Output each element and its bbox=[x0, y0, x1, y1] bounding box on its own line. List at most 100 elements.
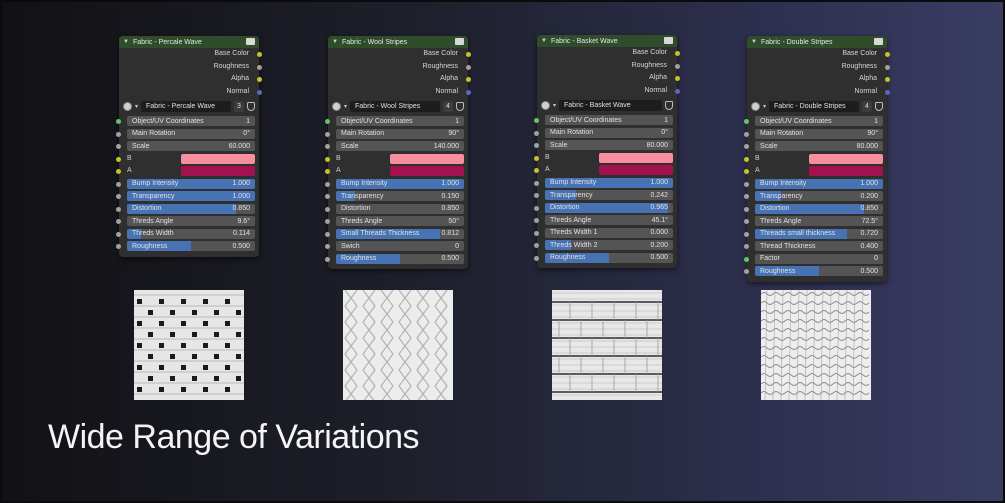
slider-threads-small-thickness[interactable]: Threads small thickness 0.720 bbox=[744, 228, 887, 241]
socket-icon[interactable] bbox=[675, 63, 680, 69]
fake-user-shield-icon[interactable] bbox=[247, 102, 255, 111]
node-tree-icon[interactable] bbox=[541, 101, 550, 110]
color-swatch-b[interactable] bbox=[181, 153, 255, 164]
node-tree-icon[interactable] bbox=[123, 102, 132, 111]
collapse-chevron-icon[interactable]: ▼ bbox=[541, 38, 547, 44]
slider-distortion[interactable]: Distortion 0.965 bbox=[534, 202, 677, 215]
group-name-field[interactable]: Fabric - Percale Wave bbox=[141, 101, 231, 112]
slider-transparency[interactable]: Transparency 0.150 bbox=[325, 190, 468, 203]
color-swatch-a[interactable] bbox=[599, 165, 673, 175]
slider-small-threads-thickness[interactable]: Small Threads Thickness 0.812 bbox=[325, 228, 468, 241]
fake-user-shield-icon[interactable] bbox=[875, 102, 883, 111]
slider-bump-intensity[interactable]: Bump Intensity 1.000 bbox=[744, 178, 887, 191]
node-header[interactable]: ▼ Fabric - Basket Wave bbox=[537, 35, 677, 47]
slider-transparency[interactable]: Transparency 0.242 bbox=[534, 189, 677, 202]
node-header[interactable]: ▼ Fabric - Double Stripes bbox=[747, 36, 887, 48]
color-a[interactable]: A bbox=[744, 165, 887, 178]
slider-roughness[interactable]: Roughness 0.500 bbox=[534, 252, 677, 265]
collapse-chevron-icon[interactable]: ▼ bbox=[751, 39, 757, 45]
field-main-rotation[interactable]: Main Rotation 90° bbox=[325, 128, 468, 141]
socket-icon[interactable] bbox=[466, 52, 471, 57]
node-group-selector[interactable]: ▾ Fabric - Percale Wave 3 bbox=[119, 100, 259, 113]
node-header[interactable]: ▼ Fabric - Wool Stripes bbox=[328, 36, 468, 48]
chevron-down-icon[interactable]: ▾ bbox=[135, 103, 138, 110]
socket-icon[interactable] bbox=[466, 64, 471, 70]
node-percale-wave[interactable]: ▼ Fabric - Percale Wave Base Color Rough… bbox=[116, 36, 262, 257]
slider-transparency[interactable]: Transparency 1.000 bbox=[116, 190, 259, 203]
color-swatch-b[interactable] bbox=[599, 152, 673, 163]
color-a[interactable]: A bbox=[325, 165, 468, 178]
chevron-down-icon[interactable]: ▾ bbox=[763, 103, 766, 110]
slider-bump-intensity[interactable]: Bump Intensity 1.000 bbox=[116, 178, 259, 191]
user-count[interactable]: 4 bbox=[862, 101, 872, 112]
field-main-rotation[interactable]: Main Rotation 90° bbox=[744, 128, 887, 141]
slider-bump-intensity[interactable]: Bump Intensity 1.000 bbox=[325, 178, 468, 191]
socket-icon[interactable] bbox=[675, 88, 680, 94]
color-a[interactable]: A bbox=[534, 164, 677, 177]
color-b[interactable]: B bbox=[534, 152, 677, 165]
slider-bump-intensity[interactable]: Bump Intensity 1.000 bbox=[534, 177, 677, 190]
slider-distortion[interactable]: Distortion 0.850 bbox=[744, 203, 887, 216]
node-tree-icon[interactable] bbox=[751, 102, 760, 111]
node-group-selector[interactable]: ▾ Fabric - Double Stripes 4 bbox=[747, 100, 887, 113]
color-swatch-b[interactable] bbox=[390, 153, 464, 164]
field-threds-angle[interactable]: Threds Angle 9.6° bbox=[116, 215, 259, 228]
socket-icon[interactable] bbox=[885, 52, 890, 57]
socket-icon[interactable] bbox=[257, 64, 262, 70]
field-factor[interactable]: Factor 0 bbox=[744, 253, 887, 266]
node-group-selector[interactable]: ▾ Fabric - Wool Stripes 4 bbox=[328, 100, 468, 113]
socket-icon[interactable] bbox=[466, 89, 471, 95]
slider-roughness[interactable]: Roughness 0.500 bbox=[325, 253, 468, 266]
socket-icon[interactable] bbox=[675, 51, 680, 56]
color-b[interactable]: B bbox=[325, 153, 468, 166]
group-name-field[interactable]: Fabric - Basket Wave bbox=[559, 100, 662, 111]
field-uv-coordinates[interactable]: Object/UV Coordinates 1 bbox=[744, 115, 887, 128]
socket-icon[interactable] bbox=[466, 77, 471, 82]
field-threds-angle[interactable]: Threds Angle 45.1° bbox=[534, 214, 677, 227]
color-swatch-a[interactable] bbox=[809, 166, 883, 176]
field-threds-angle[interactable]: Threds Angle 50° bbox=[325, 215, 468, 228]
field-scale[interactable]: Scale 60.000 bbox=[116, 140, 259, 153]
socket-icon[interactable] bbox=[885, 64, 890, 70]
socket-icon[interactable] bbox=[257, 89, 262, 95]
slider-distortion[interactable]: Distortion 0.850 bbox=[325, 203, 468, 216]
slider-roughness[interactable]: Roughness 0.500 bbox=[744, 265, 887, 278]
user-count[interactable]: 4 bbox=[443, 101, 453, 112]
node-group-selector[interactable]: ▾ Fabric - Basket Wave bbox=[537, 99, 677, 112]
field-scale[interactable]: Scale 80.000 bbox=[534, 139, 677, 152]
node-tree-icon[interactable] bbox=[332, 102, 341, 111]
user-count[interactable]: 3 bbox=[234, 101, 244, 112]
field-scale[interactable]: Scale 80.000 bbox=[744, 140, 887, 153]
slider-threds-width[interactable]: Threds Width 0.114 bbox=[116, 228, 259, 241]
chevron-down-icon[interactable]: ▾ bbox=[553, 102, 556, 109]
field-uv-coordinates[interactable]: Object/UV Coordinates 1 bbox=[116, 115, 259, 128]
field-scale[interactable]: Scale 140.000 bbox=[325, 140, 468, 153]
slider-threds-width-1[interactable]: Threds Width 1 0.000 bbox=[534, 227, 677, 240]
socket-icon[interactable] bbox=[885, 89, 890, 95]
field-swich[interactable]: Swich 0 bbox=[325, 240, 468, 253]
collapse-chevron-icon[interactable]: ▼ bbox=[123, 39, 129, 45]
field-uv-coordinates[interactable]: Object/UV Coordinates 1 bbox=[534, 114, 677, 127]
color-a[interactable]: A bbox=[116, 165, 259, 178]
fake-user-shield-icon[interactable] bbox=[665, 101, 673, 110]
node-double-stripes[interactable]: ▼ Fabric - Double Stripes Base Color Rou… bbox=[744, 36, 890, 282]
node-basket-wave[interactable]: ▼ Fabric - Basket Wave Base Color Roughn… bbox=[534, 35, 680, 268]
field-thread-thickness[interactable]: Thread Thickness 0.400 bbox=[744, 240, 887, 253]
fake-user-shield-icon[interactable] bbox=[456, 102, 464, 111]
group-name-field[interactable]: Fabric - Double Stripes bbox=[769, 101, 859, 112]
field-threds-angle[interactable]: Threds Angle 72.5° bbox=[744, 215, 887, 228]
color-swatch-a[interactable] bbox=[181, 166, 255, 176]
socket-icon[interactable] bbox=[885, 77, 890, 82]
collapse-chevron-icon[interactable]: ▼ bbox=[332, 39, 338, 45]
socket-icon[interactable] bbox=[675, 76, 680, 81]
socket-icon[interactable] bbox=[257, 52, 262, 57]
color-swatch-a[interactable] bbox=[390, 166, 464, 176]
chevron-down-icon[interactable]: ▾ bbox=[344, 103, 347, 110]
field-uv-coordinates[interactable]: Object/UV Coordinates 1 bbox=[325, 115, 468, 128]
color-b[interactable]: B bbox=[116, 153, 259, 166]
slider-roughness[interactable]: Roughness 0.500 bbox=[116, 240, 259, 253]
color-swatch-b[interactable] bbox=[809, 153, 883, 164]
group-name-field[interactable]: Fabric - Wool Stripes bbox=[350, 101, 440, 112]
slider-transparency[interactable]: Transparency 0.200 bbox=[744, 190, 887, 203]
field-main-rotation[interactable]: Main Rotation 0° bbox=[116, 128, 259, 141]
